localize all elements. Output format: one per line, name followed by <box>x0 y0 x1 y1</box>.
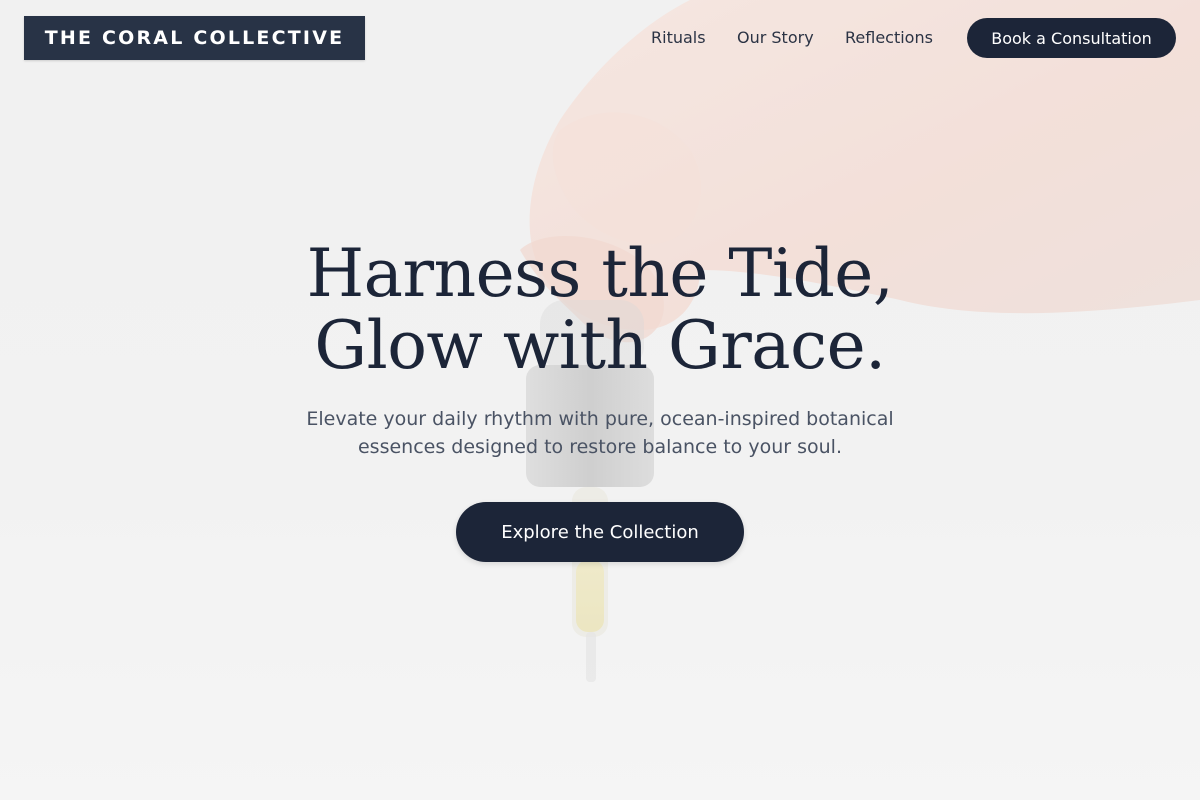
book-consultation-button[interactable]: Book a Consultation <box>967 18 1176 58</box>
nav-link-rituals[interactable]: Rituals <box>651 18 706 58</box>
hero-subtext: Elevate your daily rhythm with pure, oce… <box>250 405 950 461</box>
hero-subtext-line-2: essences designed to restore balance to … <box>357 436 842 458</box>
hero-headline-line-1: Harness the Tide, <box>306 235 894 312</box>
hero-headline-line-2: Glow with Grace. <box>314 307 886 384</box>
hero-headline: Harness the Tide, Glow with Grace. <box>200 238 1000 382</box>
nav-link-our-story[interactable]: Our Story <box>737 18 814 58</box>
hero-overlay <box>0 0 1200 800</box>
explore-collection-button[interactable]: Explore the Collection <box>456 502 744 562</box>
hero-subtext-line-1: Elevate your daily rhythm with pure, oce… <box>306 408 894 430</box>
nav-link-reflections[interactable]: Reflections <box>845 18 933 58</box>
main-navigation: Rituals Our Story Reflections Book a Con… <box>0 18 1200 58</box>
